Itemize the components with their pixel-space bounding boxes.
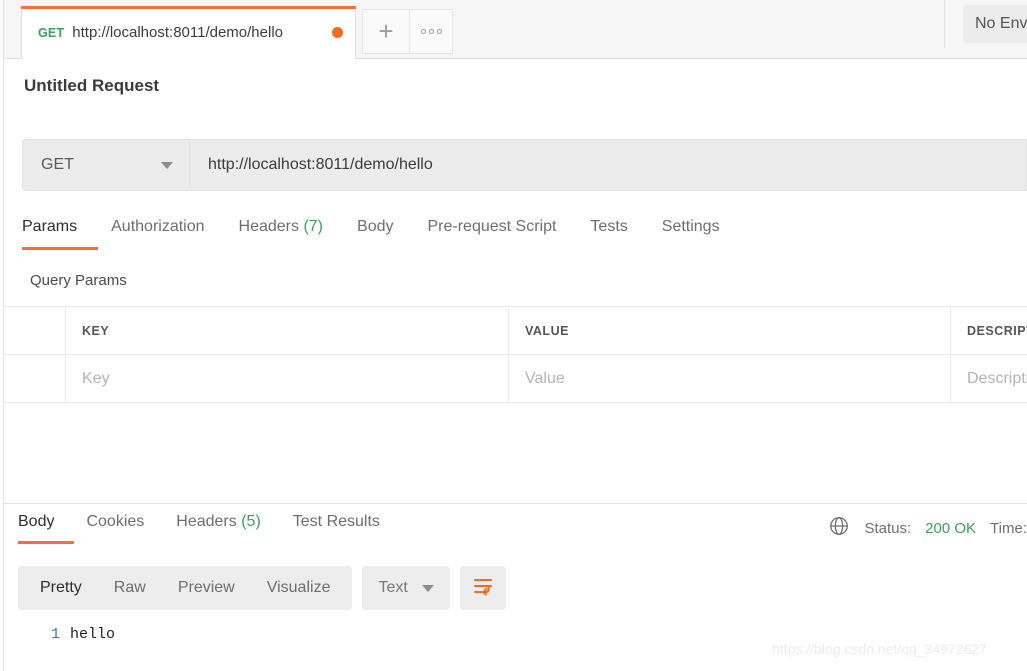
- response-tab-headers-label: Headers: [176, 513, 237, 530]
- url-input[interactable]: http://localhost:8011/demo/hello: [190, 139, 1027, 191]
- view-mode-visualize[interactable]: Visualize: [251, 579, 347, 597]
- response-format-dropdown[interactable]: Text: [362, 566, 450, 610]
- status-badge: 200 OK: [925, 519, 977, 537]
- view-mode-preview[interactable]: Preview: [162, 579, 251, 597]
- view-mode-group: Pretty Raw Preview Visualize: [18, 566, 353, 610]
- response-viewer-toolbar: Pretty Raw Preview Visualize Text: [18, 566, 506, 610]
- ellipsis-icon: [420, 29, 442, 34]
- row-key-input[interactable]: Key: [66, 355, 509, 402]
- environment-selector[interactable]: No Env: [963, 5, 1027, 43]
- response-tab-cookies-label: Cookies: [86, 513, 145, 530]
- tab-settings[interactable]: Settings: [662, 218, 738, 250]
- table-header-row: KEY VALUE DESCRIPTION: [4, 307, 1027, 355]
- tab-headers[interactable]: Headers (7): [239, 218, 342, 250]
- tab-pre-request-script[interactable]: Pre-request Script: [427, 218, 574, 250]
- word-wrap-icon: [472, 576, 494, 601]
- tab-pre-request-script-label: Pre-request Script: [427, 218, 557, 235]
- word-wrap-button[interactable]: [459, 566, 506, 610]
- url-input-value: http://localhost:8011/demo/hello: [208, 156, 433, 173]
- tab-bar: GET http://localhost:8011/demo/hello + N…: [4, 0, 1027, 59]
- row-value-input[interactable]: Value: [509, 355, 951, 402]
- plus-icon: +: [378, 16, 394, 46]
- line-number-gutter: 1: [18, 626, 70, 671]
- response-tab-body-label: Body: [18, 513, 55, 530]
- toolbar-divider: [944, 0, 945, 48]
- tab-method-label: GET: [38, 25, 65, 40]
- column-header-value: VALUE: [509, 307, 951, 354]
- request-tab-list: Params Authorization Headers (7) Body Pr…: [22, 218, 754, 250]
- tab-authorization[interactable]: Authorization: [111, 218, 222, 250]
- http-method-dropdown[interactable]: GET: [22, 139, 190, 191]
- response-tab-headers-count: (5): [241, 513, 261, 530]
- status-label: Status:: [864, 519, 912, 537]
- response-tab-test-results-label: Test Results: [292, 513, 380, 530]
- page-title: Untitled Request: [24, 76, 160, 95]
- tab-tests[interactable]: Tests: [590, 218, 645, 250]
- row-description-input[interactable]: Description: [951, 355, 1027, 402]
- response-tab-cookies[interactable]: Cookies: [86, 513, 162, 544]
- environment-label: No Env: [975, 15, 1027, 32]
- request-tab[interactable]: GET http://localhost:8011/demo/hello: [21, 6, 356, 59]
- tab-params-label: Params: [22, 218, 78, 235]
- watermark-text: https://blog.csdn.net/qq_34972627: [772, 641, 987, 657]
- code-line: hello: [70, 626, 116, 643]
- url-bar: GET http://localhost:8011/demo/hello: [22, 139, 1027, 191]
- table-row[interactable]: Key Value Description: [4, 355, 1027, 403]
- query-params-heading: Query Params: [30, 272, 127, 289]
- tab-headers-label: Headers: [238, 218, 299, 235]
- tab-headers-count: (7): [303, 218, 324, 235]
- chevron-down-icon: [421, 584, 434, 592]
- http-method-label: GET: [41, 156, 74, 173]
- row-checkbox[interactable]: [4, 355, 66, 402]
- response-format-label: Text: [378, 579, 408, 596]
- response-body-content: hello: [70, 626, 115, 671]
- tab-params[interactable]: Params: [22, 218, 99, 250]
- tab-authorization-label: Authorization: [111, 218, 205, 235]
- chevron-down-icon: [161, 161, 173, 169]
- tab-tests-label: Tests: [590, 218, 628, 235]
- view-mode-raw[interactable]: Raw: [98, 579, 162, 597]
- query-params-table: KEY VALUE DESCRIPTION Key Value Descript…: [4, 306, 1027, 403]
- response-tab-body[interactable]: Body: [18, 513, 75, 544]
- tab-settings-label: Settings: [661, 218, 720, 235]
- tab-body-label: Body: [357, 218, 394, 235]
- globe-icon[interactable]: [828, 515, 850, 541]
- unsaved-dot-icon: [332, 27, 343, 38]
- new-tab-button[interactable]: +: [362, 9, 410, 54]
- line-number: 1: [50, 626, 60, 643]
- pane-splitter[interactable]: [4, 503, 1027, 504]
- column-header-description: DESCRIPTION: [967, 323, 1027, 338]
- response-meta: Status: 200 OK Time:: [828, 515, 1027, 541]
- tab-body[interactable]: Body: [357, 218, 411, 250]
- tab-url-label: http://localhost:8011/demo/hello: [72, 24, 283, 41]
- response-tab-test-results[interactable]: Test Results: [293, 513, 398, 544]
- column-header-key: KEY: [66, 307, 509, 354]
- view-mode-pretty[interactable]: Pretty: [24, 579, 98, 597]
- response-tab-headers[interactable]: Headers (5): [176, 513, 279, 544]
- response-tab-list: Body Cookies Headers (5) Test Results: [18, 513, 412, 544]
- time-label: Time:: [990, 519, 1027, 537]
- tab-options-button[interactable]: [409, 9, 453, 54]
- column-header-checkbox: [4, 307, 66, 354]
